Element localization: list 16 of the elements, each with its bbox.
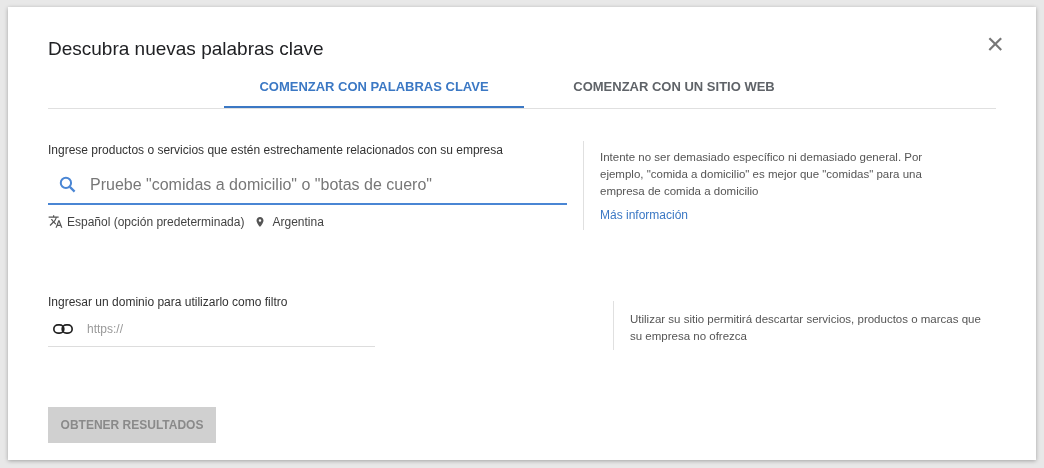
translate-icon [48,214,63,229]
link-icon [53,323,73,335]
location-label: Argentina [272,213,324,231]
domain-input-field[interactable]: https:// [87,320,375,338]
dialog-title: Descubra nuevas palabras clave [48,37,324,61]
language-label: Español (opción predeterminada) [67,213,245,231]
tab[interactable]: COMENZAR CON UN SITIO WEB [524,68,824,108]
close-button[interactable]: × [986,29,1004,59]
search-icon [58,175,77,194]
keyword-search-field[interactable]: Pruebe "comidas a domicilio" o "botas de cuero" [90,172,567,197]
more-info-link[interactable]: Más información [600,205,968,224]
field-label: Ingrese productos o servicios que estén estrechamente relacionados con su empresa [48,141,504,159]
hint-text: Intente no ser demasiado específico ni demasiado general. Por ejemplo, "comida a domicilio" es mejor que "comidas" para una empresa de comida a domicilio [600,149,924,199]
field-label: Ingresar un dominio para utilizarlo como filtro [48,293,289,311]
tab[interactable]: COMENZAR CON PALABRAS CLAVE [224,68,524,108]
hint-text: Utilizar su sitio permitirá descartar servicios, productos o marcas que su empresa no ofrezca [630,311,982,344]
